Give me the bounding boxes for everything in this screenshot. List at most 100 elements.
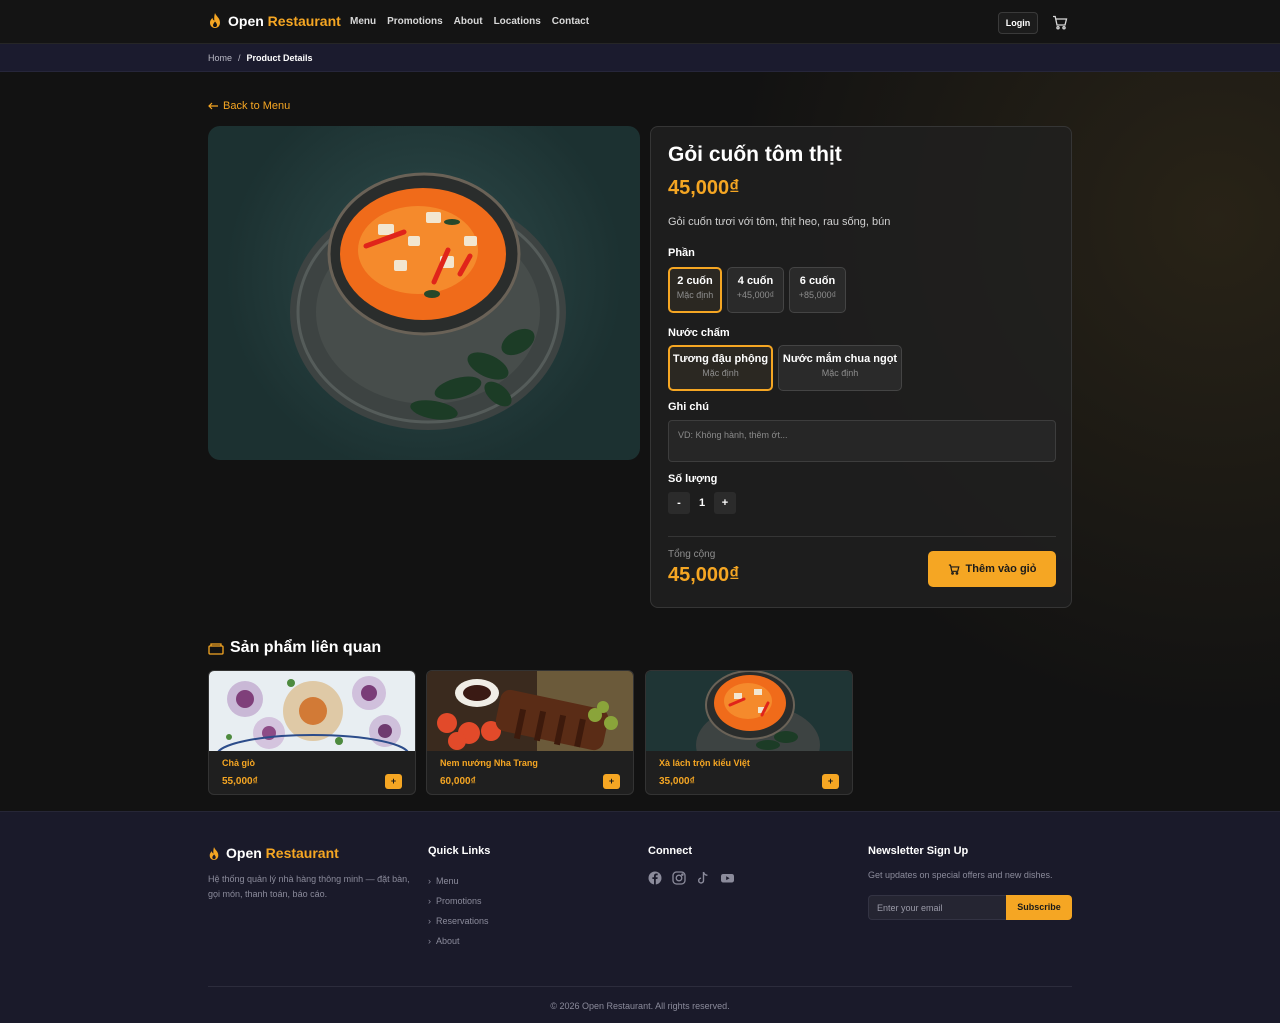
arrow-left-icon: [208, 102, 218, 110]
main-nav: Menu Promotions About Locations Contact: [350, 16, 589, 27]
related-product-price: 35,000₫: [659, 776, 695, 787]
nav-contact[interactable]: Contact: [552, 16, 589, 27]
total-label: Tổng cộng: [668, 549, 716, 560]
footer-link-about[interactable]: › About: [428, 931, 489, 951]
product-price: 45,000₫: [668, 177, 740, 199]
sauce-option-sub: Mặc định: [702, 368, 739, 378]
related-product-price: 55,000₫: [222, 776, 258, 787]
portion-option-sub: +45,000₫: [736, 290, 775, 300]
newsletter-text: Get updates on special offers and new di…: [868, 870, 1053, 880]
tiktok-icon[interactable]: [696, 871, 710, 885]
instagram-icon[interactable]: [672, 871, 686, 885]
related-product-card[interactable]: Nem nướng Nha Trang 60,000₫ +: [426, 670, 634, 795]
product-description: Gỏi cuốn tươi với tôm, thịt heo, rau sốn…: [668, 216, 891, 228]
breadcrumb-home[interactable]: Home: [208, 53, 232, 63]
card-divider: [668, 536, 1056, 537]
newsletter-email-input[interactable]: [868, 895, 1006, 920]
nav-locations[interactable]: Locations: [494, 16, 541, 27]
newsletter-title: Newsletter Sign Up: [868, 845, 969, 857]
subscribe-button[interactable]: Subscribe: [1006, 895, 1072, 920]
portion-option-6[interactable]: 6 cuốn +85,000₫: [789, 267, 846, 313]
footer-brand-part1: Open: [226, 845, 262, 861]
sauce-option-name: Nước mắm chua ngọt: [782, 353, 898, 365]
note-textarea[interactable]: [668, 420, 1056, 462]
cart-icon: [948, 564, 960, 575]
add-to-cart-button[interactable]: Thêm vào giỏ: [928, 551, 1056, 587]
youtube-icon[interactable]: [720, 871, 735, 885]
brand-logo[interactable]: Open Restaurant: [208, 12, 341, 29]
copyright-text: © 2026 Open Restaurant. All rights reser…: [550, 1001, 730, 1011]
quantity-label: Số lượng: [668, 473, 718, 485]
related-title-text: Sản phẩm liên quan: [230, 639, 382, 656]
quick-links-list: › Menu › Promotions › Reservations › About: [428, 871, 489, 951]
footer-brand-part2: Restaurant: [265, 845, 339, 861]
portion-option-2[interactable]: 2 cuốn Mặc định: [668, 267, 722, 313]
related-add-button[interactable]: +: [385, 774, 402, 789]
related-product-name: Nem nướng Nha Trang: [440, 758, 538, 768]
top-navbar: Open Restaurant Menu Promotions About Lo…: [0, 0, 1280, 44]
quantity-decrease-button[interactable]: -: [668, 492, 690, 514]
footer-link-promotions[interactable]: › Promotions: [428, 891, 489, 911]
related-product-price: 60,000₫: [440, 776, 476, 787]
chevron-right-icon: ›: [428, 896, 431, 906]
connect-title: Connect: [648, 845, 692, 857]
site-footer: Open Restaurant Hệ thống quản lý nhà hàn…: [0, 811, 1280, 1023]
product-detail-card: Gỏi cuốn tôm thịt 45,000₫ Gỏi cuốn tươi …: [650, 126, 1072, 608]
nav-promotions[interactable]: Promotions: [387, 16, 443, 27]
chevron-right-icon: ›: [428, 936, 431, 946]
related-product-card[interactable]: Xà lách trộn kiểu Việt 35,000₫ +: [645, 670, 853, 795]
product-image: [208, 126, 640, 460]
chevron-right-icon: ›: [428, 876, 431, 886]
quick-links-title: Quick Links: [428, 845, 491, 857]
footer-link-menu[interactable]: › Menu: [428, 871, 489, 891]
footer-link-label: Menu: [436, 876, 459, 886]
brand-name-part2: Restaurant: [267, 12, 341, 29]
quantity-value: 1: [698, 497, 706, 509]
breadcrumb-current: Product Details: [246, 53, 313, 63]
sauce-option-sub: Mặc định: [821, 368, 859, 378]
breadcrumb-bar: Home / Product Details: [0, 44, 1280, 72]
related-products-title: Sản phẩm liên quan: [208, 639, 381, 657]
cart-icon[interactable]: [1052, 15, 1068, 30]
portion-option-name: 4 cuốn: [737, 275, 774, 287]
brand-name-part1: Open: [228, 12, 264, 29]
quantity-increase-button[interactable]: +: [714, 492, 736, 514]
sauce-option-fish-sauce[interactable]: Nước mắm chua ngọt Mặc định: [778, 345, 902, 391]
breadcrumb: Home / Product Details: [208, 53, 313, 63]
related-product-image: [427, 671, 633, 751]
footer-link-reservations[interactable]: › Reservations: [428, 911, 489, 931]
note-label: Ghi chú: [668, 401, 709, 413]
nav-about[interactable]: About: [454, 16, 483, 27]
back-to-menu-link[interactable]: Back to Menu: [208, 100, 290, 112]
related-product-card[interactable]: Chả giò 55,000₫ +: [208, 670, 416, 795]
footer-description: Hệ thống quản lý nhà hàng thông minh — đ…: [208, 874, 410, 899]
quantity-stepper: - 1 +: [668, 492, 736, 514]
related-add-button[interactable]: +: [603, 774, 620, 789]
sauce-option-peanut[interactable]: Tương đậu phộng Mặc định: [668, 345, 773, 391]
food-box-icon: [208, 642, 224, 655]
related-product-image: [209, 671, 415, 751]
total-value: 45,000₫: [668, 564, 740, 586]
related-product-image: [646, 671, 852, 751]
footer-link-label: About: [436, 936, 460, 946]
login-button[interactable]: Login: [998, 12, 1038, 34]
facebook-icon[interactable]: [648, 871, 662, 885]
portion-option-name: 2 cuốn: [677, 275, 713, 287]
chevron-right-icon: ›: [428, 916, 431, 926]
flame-icon: [210, 13, 220, 28]
related-add-button[interactable]: +: [822, 774, 839, 789]
footer-divider: [208, 986, 1072, 987]
nav-menu[interactable]: Menu: [350, 16, 376, 27]
sauce-label: Nước chấm: [668, 327, 730, 339]
add-to-cart-label: Thêm vào giỏ: [965, 563, 1037, 575]
product-name: Gỏi cuốn tôm thịt: [668, 143, 842, 166]
portion-option-4[interactable]: 4 cuốn +45,000₫: [727, 267, 784, 313]
social-links: [648, 871, 735, 885]
portion-option-sub: Mặc định: [676, 290, 714, 300]
footer-link-label: Promotions: [436, 896, 482, 906]
sauce-option-name: Tương đậu phộng: [672, 353, 769, 365]
related-product-name: Xà lách trộn kiểu Việt: [659, 758, 750, 768]
related-product-name: Chả giò: [222, 758, 255, 768]
portion-option-sub: +85,000₫: [798, 290, 837, 300]
breadcrumb-separator: /: [238, 53, 241, 63]
